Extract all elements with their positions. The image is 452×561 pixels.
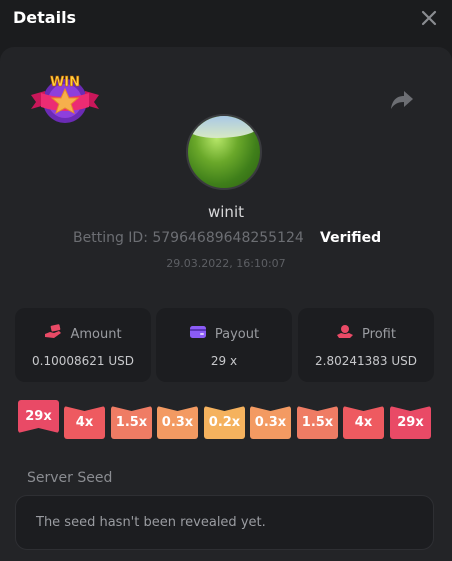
badge-text: WIN bbox=[50, 75, 80, 90]
wallet-icon bbox=[189, 324, 207, 344]
server-seed-label: Server Seed bbox=[27, 470, 113, 486]
close-icon[interactable] bbox=[419, 8, 439, 28]
win-badge-icon: WIN bbox=[29, 71, 101, 127]
profit-value: 2.80241383 USD bbox=[315, 354, 417, 368]
amount-stat: Amount 0.10008621 USD bbox=[15, 308, 151, 382]
modal-header: Details bbox=[0, 0, 452, 38]
amount-label: Amount bbox=[70, 326, 122, 342]
payout-stat: Payout 29 x bbox=[156, 308, 292, 382]
money-hand-icon bbox=[44, 324, 62, 344]
server-seed-text: The seed hasn't been revealed yet. bbox=[36, 515, 266, 530]
username: winit bbox=[208, 203, 244, 221]
amount-value: 0.10008621 USD bbox=[32, 354, 134, 368]
coin-hand-icon bbox=[336, 324, 354, 344]
server-seed-field[interactable]: The seed hasn't been revealed yet. bbox=[15, 495, 434, 550]
payout-value: 29 x bbox=[210, 354, 238, 368]
profit-stat: Profit 2.80241383 USD bbox=[298, 308, 434, 382]
avatar bbox=[186, 114, 262, 190]
timestamp: 29.03.2022, 16:10:07 bbox=[166, 257, 286, 270]
avatar-sky bbox=[188, 116, 260, 138]
profit-label: Profit bbox=[362, 326, 396, 342]
verified-link[interactable]: Verified bbox=[320, 230, 381, 246]
share-icon[interactable] bbox=[389, 88, 415, 112]
details-modal: Details WIN winit Betting ID: 5796468964… bbox=[0, 0, 452, 561]
payout-label: Payout bbox=[214, 326, 260, 342]
modal-title: Details bbox=[13, 8, 77, 27]
betting-id: Betting ID: 57964689648255124 bbox=[73, 230, 304, 246]
